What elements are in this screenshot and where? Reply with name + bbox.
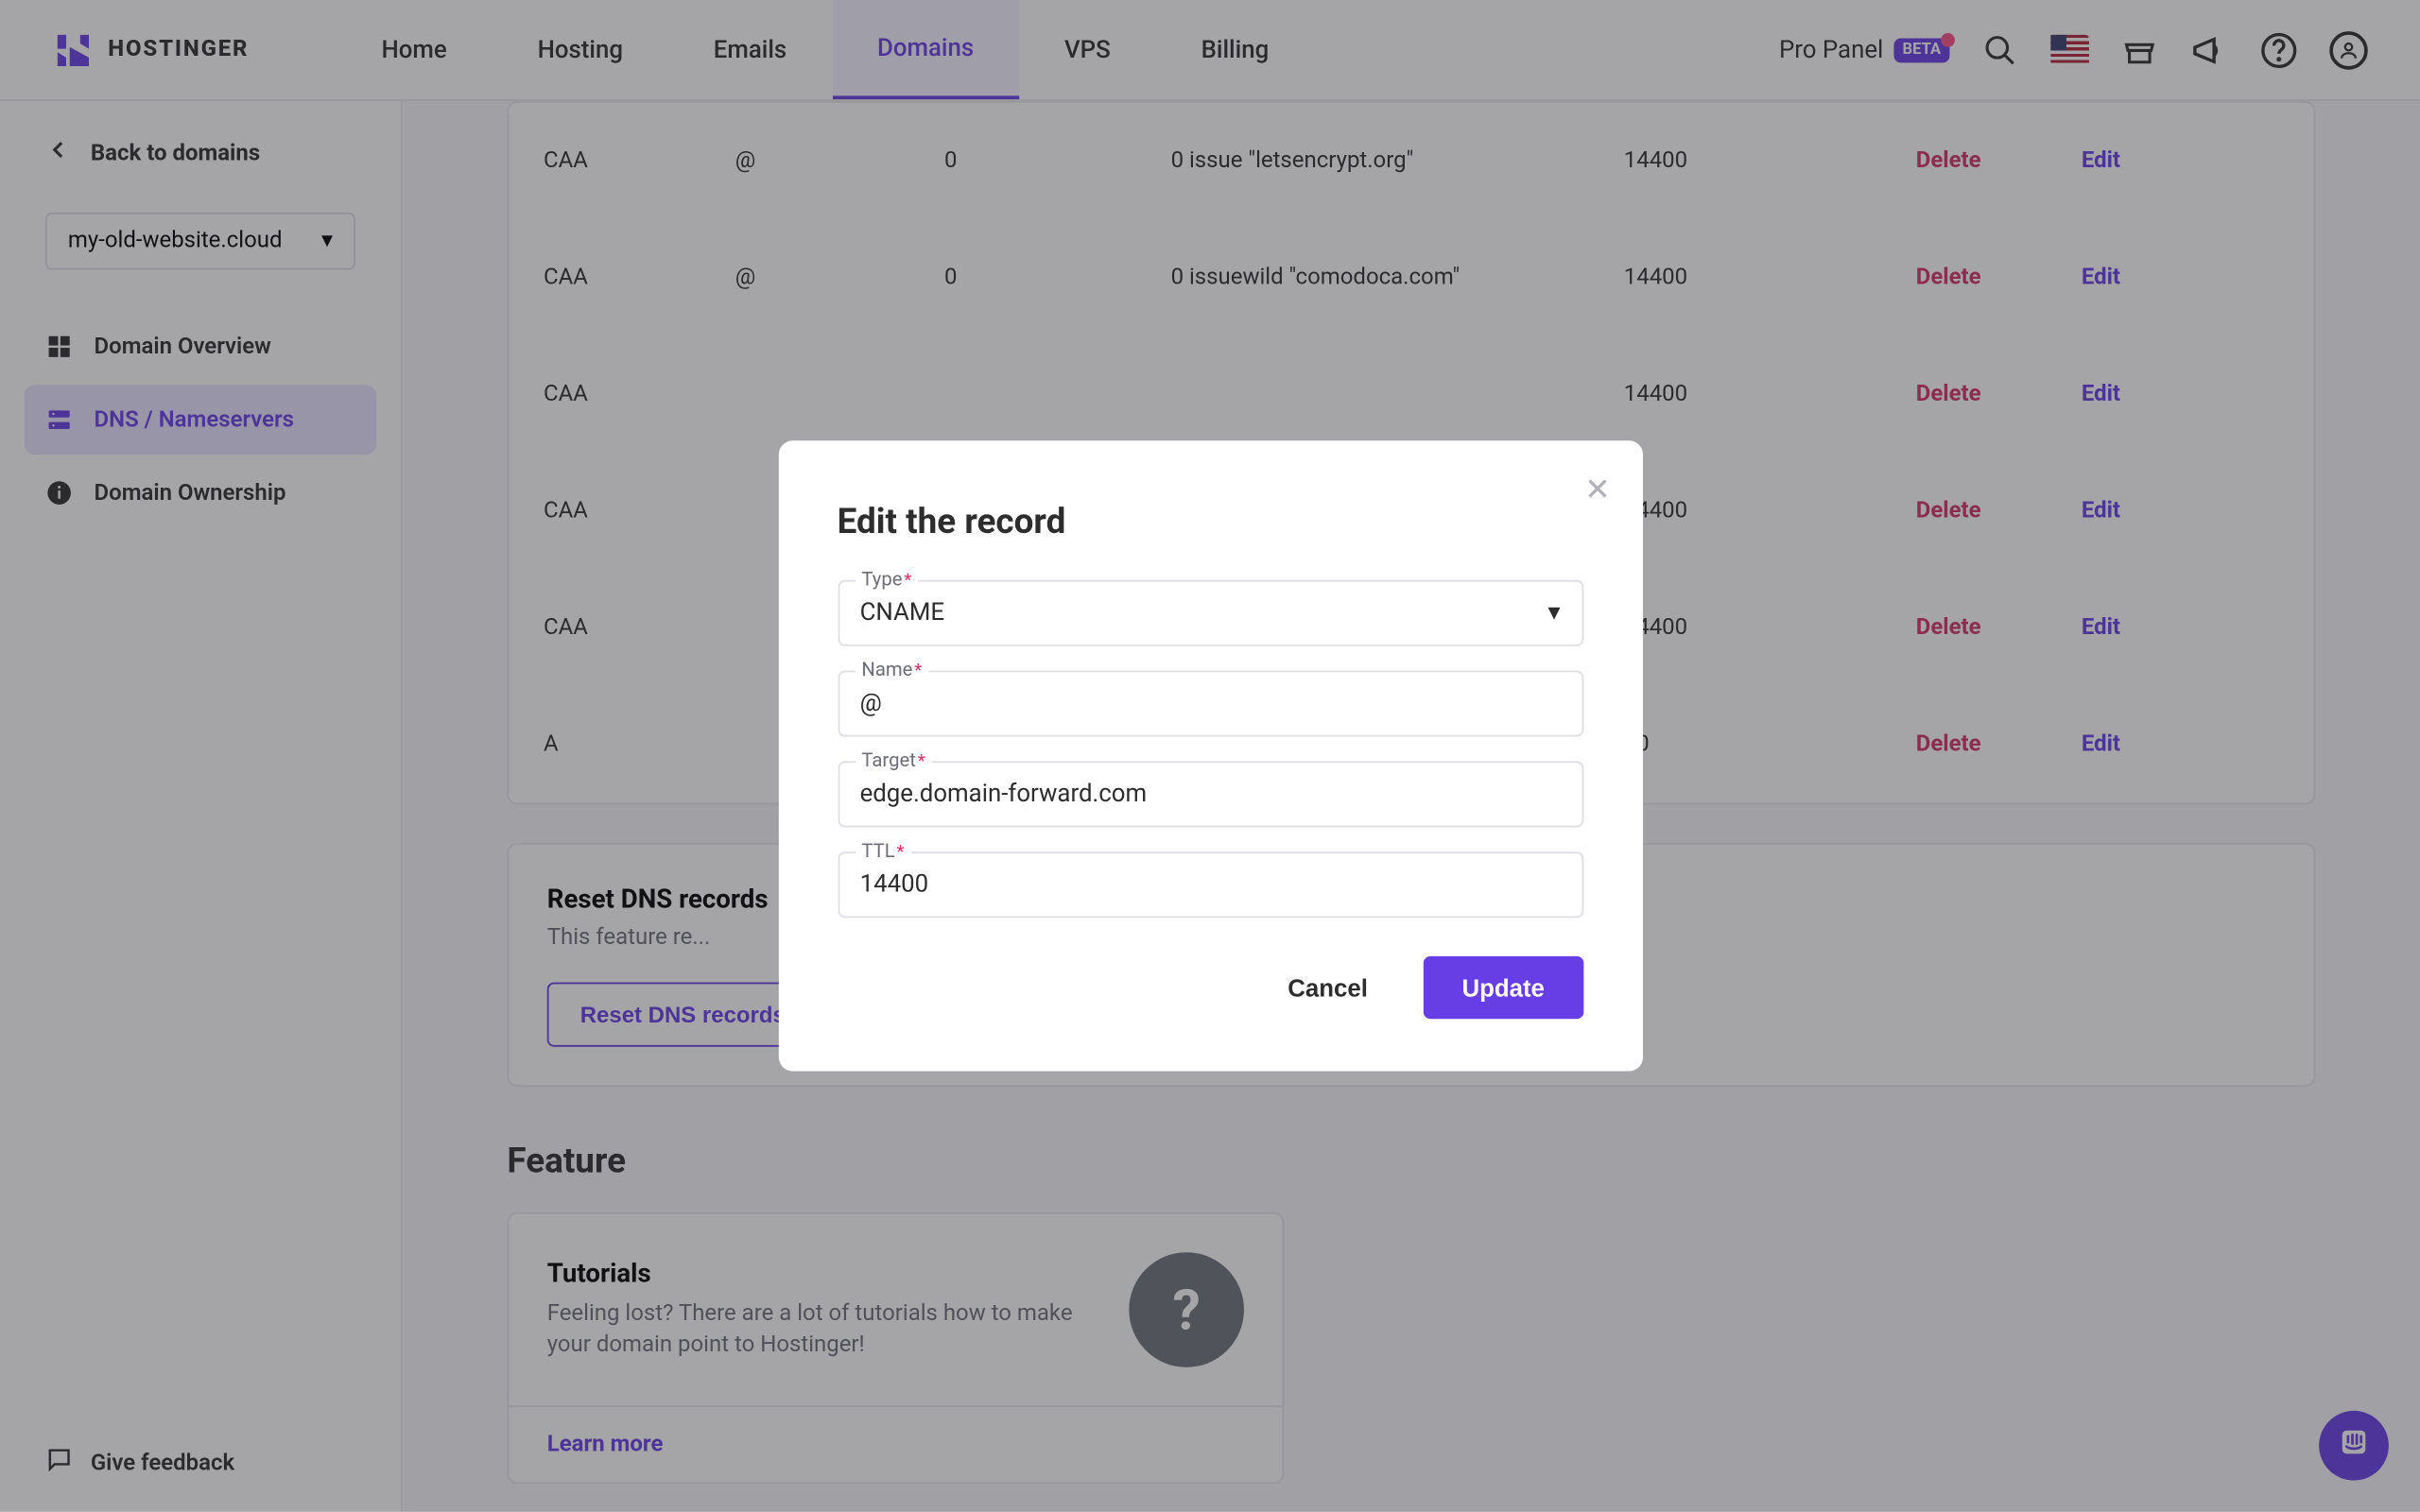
modal-overlay[interactable]: ✕ Edit the record Type CNAME ▾ Name Targ…: [0, 0, 2420, 1512]
ttl-input[interactable]: [838, 851, 1583, 918]
chevron-down-icon: ▾: [1548, 599, 1561, 627]
target-label: Target: [855, 749, 932, 772]
target-input[interactable]: [838, 761, 1583, 827]
type-label: Type: [855, 568, 919, 591]
close-icon[interactable]: ✕: [1584, 472, 1611, 508]
modal-title: Edit the record: [838, 500, 1583, 541]
type-value: CNAME: [860, 599, 944, 627]
type-select[interactable]: CNAME ▾: [838, 580, 1583, 646]
ttl-label: TTL: [855, 839, 911, 862]
edit-record-modal: ✕ Edit the record Type CNAME ▾ Name Targ…: [778, 440, 1642, 1071]
name-label: Name: [855, 659, 929, 681]
name-input[interactable]: [838, 671, 1583, 737]
cancel-button[interactable]: Cancel: [1256, 956, 1399, 1019]
update-button[interactable]: Update: [1424, 956, 1583, 1019]
